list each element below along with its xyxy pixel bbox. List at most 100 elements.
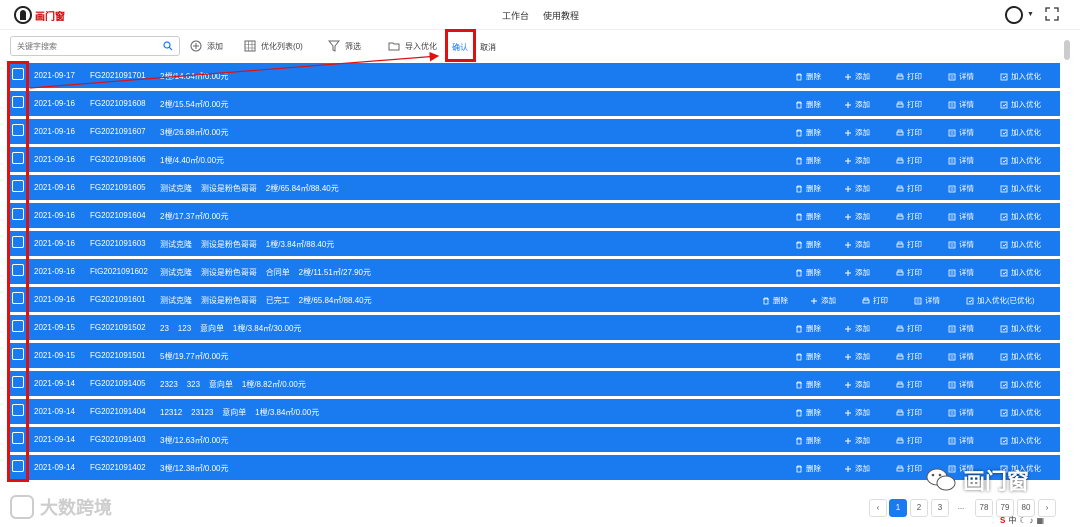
pager-page-78[interactable]: 78 bbox=[975, 499, 993, 517]
row-detail-button[interactable]: 详情 bbox=[948, 239, 974, 250]
table-row[interactable]: 2021-09-16 FG2021091606 1樘/4.40㎡/0.00元 删除 添加… bbox=[10, 147, 1060, 172]
row-add-optimize-button[interactable]: 加入优化 bbox=[1000, 211, 1041, 222]
row-add-optimize-button[interactable]: 加入优化 bbox=[1000, 127, 1041, 138]
row-delete-button[interactable]: 删除 bbox=[795, 183, 821, 194]
row-delete-button[interactable]: 删除 bbox=[795, 435, 821, 446]
row-print-button[interactable]: 打印 bbox=[896, 239, 922, 250]
fullscreen-icon[interactable] bbox=[1045, 7, 1059, 21]
row-add-button[interactable]: 添加 bbox=[844, 71, 870, 82]
row-print-button[interactable]: 打印 bbox=[896, 183, 922, 194]
row-detail-button[interactable]: 详情 bbox=[948, 211, 974, 222]
row-add-button[interactable]: 添加 bbox=[844, 407, 870, 418]
row-add-optimize-button[interactable]: 加入优化(已优化) bbox=[966, 295, 1035, 306]
add-button[interactable]: 添加 bbox=[190, 37, 223, 55]
row-detail-button[interactable]: 详情 bbox=[914, 295, 940, 306]
row-add-button[interactable]: 添加 bbox=[844, 463, 870, 474]
row-add-optimize-button[interactable]: 加入优化 bbox=[1000, 183, 1041, 194]
pager-page-1[interactable]: 1 bbox=[889, 499, 907, 517]
row-print-button[interactable]: 打印 bbox=[896, 379, 922, 390]
nav-tutorial[interactable]: 使用教程 bbox=[543, 9, 579, 22]
row-delete-button[interactable]: 删除 bbox=[795, 71, 821, 82]
pager-prev[interactable]: ‹ bbox=[869, 499, 887, 517]
table-row[interactable]: 2021-09-14 FG2021091404 12312 23123 意向单 1樘… bbox=[10, 399, 1060, 424]
row-add-button[interactable]: 添加 bbox=[844, 267, 870, 278]
row-delete-button[interactable]: 删除 bbox=[795, 323, 821, 334]
row-detail-button[interactable]: 详情 bbox=[948, 155, 974, 166]
row-print-button[interactable]: 打印 bbox=[896, 323, 922, 334]
nav-workbench[interactable]: 工作台 bbox=[502, 9, 529, 22]
row-add-optimize-button[interactable]: 加入优化 bbox=[1000, 435, 1041, 446]
row-detail-button[interactable]: 详情 bbox=[948, 407, 974, 418]
row-add-button[interactable]: 添加 bbox=[844, 379, 870, 390]
row-add-button[interactable]: 添加 bbox=[844, 435, 870, 446]
row-detail-button[interactable]: 详情 bbox=[948, 379, 974, 390]
ime-toolbar[interactable]: S 中 ☾ ♪ ▦ bbox=[1000, 514, 1080, 527]
row-delete-button[interactable]: 删除 bbox=[762, 295, 788, 306]
row-add-optimize-button[interactable]: 加入优化 bbox=[1000, 323, 1041, 334]
row-add-optimize-button[interactable]: 加入优化 bbox=[1000, 267, 1041, 278]
row-add-optimize-button[interactable]: 加入优化 bbox=[1000, 99, 1041, 110]
table-row[interactable]: 2021-09-16 FG2021091603 测试克隆 测设是粉色哥哥 1樘/3.… bbox=[10, 231, 1060, 256]
row-detail-button[interactable]: 详情 bbox=[948, 435, 974, 446]
pager-page-3[interactable]: 3 bbox=[931, 499, 949, 517]
row-print-button[interactable]: 打印 bbox=[896, 211, 922, 222]
ime-lang[interactable]: 中 bbox=[1008, 515, 1016, 526]
row-add-optimize-button[interactable]: 加入优化 bbox=[1000, 379, 1041, 390]
row-detail-button[interactable]: 详情 bbox=[948, 127, 974, 138]
row-add-optimize-button[interactable]: 加入优化 bbox=[1000, 71, 1041, 82]
row-delete-button[interactable]: 删除 bbox=[795, 351, 821, 362]
row-delete-button[interactable]: 删除 bbox=[795, 99, 821, 110]
table-row[interactable]: 2021-09-14 FG2021091403 3樘/12.63㎡/0.00元 删除 添… bbox=[10, 427, 1060, 452]
row-print-button[interactable]: 打印 bbox=[862, 295, 888, 306]
table-row[interactable]: 2021-09-16 FG2021091607 3樘/26.88㎡/0.00元 删除 添… bbox=[10, 119, 1060, 144]
pager-page-2[interactable]: 2 bbox=[910, 499, 928, 517]
caret-down-icon[interactable]: ▼ bbox=[1027, 11, 1034, 18]
import-optimize-button[interactable]: 导入优化 bbox=[388, 37, 437, 55]
app-logo[interactable]: 画门窗 bbox=[14, 6, 65, 24]
table-row[interactable]: 2021-09-16 FG2021091601 测试克隆 测设是粉色哥哥 已完工 2… bbox=[10, 287, 1060, 312]
row-print-button[interactable]: 打印 bbox=[896, 351, 922, 362]
scrollbar[interactable] bbox=[1064, 30, 1072, 480]
row-print-button[interactable]: 打印 bbox=[896, 463, 922, 474]
row-add-button[interactable]: 添加 bbox=[844, 183, 870, 194]
optimize-list-button[interactable]: 优化列表(0) bbox=[244, 37, 303, 55]
row-print-button[interactable]: 打印 bbox=[896, 71, 922, 82]
row-print-button[interactable]: 打印 bbox=[896, 407, 922, 418]
table-row[interactable]: 2021-09-16 FtG2021091602 测试克隆 测设是粉色哥哥 合同单 … bbox=[10, 259, 1060, 284]
row-add-button[interactable]: 添加 bbox=[844, 127, 870, 138]
row-detail-button[interactable]: 详情 bbox=[948, 183, 974, 194]
row-print-button[interactable]: 打印 bbox=[896, 435, 922, 446]
row-delete-button[interactable]: 删除 bbox=[795, 211, 821, 222]
table-row[interactable]: 2021-09-15 FG2021091501 5樘/19.77㎡/0.00元 删除 添… bbox=[10, 343, 1060, 368]
avatar[interactable] bbox=[1005, 6, 1023, 24]
row-delete-button[interactable]: 删除 bbox=[795, 127, 821, 138]
cancel-button[interactable]: 取消 bbox=[480, 42, 496, 53]
table-row[interactable]: 2021-09-14 FG2021091405 2323 323 意向单 1樘/8.… bbox=[10, 371, 1060, 396]
row-detail-button[interactable]: 详情 bbox=[948, 99, 974, 110]
row-add-button[interactable]: 添加 bbox=[844, 351, 870, 362]
row-add-button[interactable]: 添加 bbox=[810, 295, 836, 306]
row-delete-button[interactable]: 删除 bbox=[795, 267, 821, 278]
row-delete-button[interactable]: 删除 bbox=[795, 463, 821, 474]
row-delete-button[interactable]: 删除 bbox=[795, 239, 821, 250]
row-delete-button[interactable]: 删除 bbox=[795, 379, 821, 390]
table-row[interactable]: 2021-09-16 FG2021091608 2樘/15.54㎡/0.00元 删除 添… bbox=[10, 91, 1060, 116]
scroll-thumb[interactable] bbox=[1064, 40, 1070, 60]
row-add-optimize-button[interactable]: 加入优化 bbox=[1000, 155, 1041, 166]
row-print-button[interactable]: 打印 bbox=[896, 127, 922, 138]
row-add-button[interactable]: 添加 bbox=[844, 211, 870, 222]
confirm-button[interactable]: 确认 bbox=[452, 42, 468, 53]
row-print-button[interactable]: 打印 bbox=[896, 155, 922, 166]
row-add-optimize-button[interactable]: 加入优化 bbox=[1000, 239, 1041, 250]
row-add-optimize-button[interactable]: 加入优化 bbox=[1000, 351, 1041, 362]
row-add-button[interactable]: 添加 bbox=[844, 239, 870, 250]
row-detail-button[interactable]: 详情 bbox=[948, 323, 974, 334]
table-row[interactable]: 2021-09-16 FG2021091604 2樘/17.37㎡/0.00元 删除 添… bbox=[10, 203, 1060, 228]
table-row[interactable]: 2021-09-17 FG2021091701 2樘/14.64㎡/0.00元 删除 添… bbox=[10, 63, 1060, 88]
row-delete-button[interactable]: 删除 bbox=[795, 155, 821, 166]
row-detail-button[interactable]: 详情 bbox=[948, 71, 974, 82]
row-add-button[interactable]: 添加 bbox=[844, 155, 870, 166]
table-row[interactable]: 2021-09-15 FG2021091502 23 123 意向单 1樘/3.84… bbox=[10, 315, 1060, 340]
row-print-button[interactable]: 打印 bbox=[896, 267, 922, 278]
row-add-optimize-button[interactable]: 加入优化 bbox=[1000, 407, 1041, 418]
